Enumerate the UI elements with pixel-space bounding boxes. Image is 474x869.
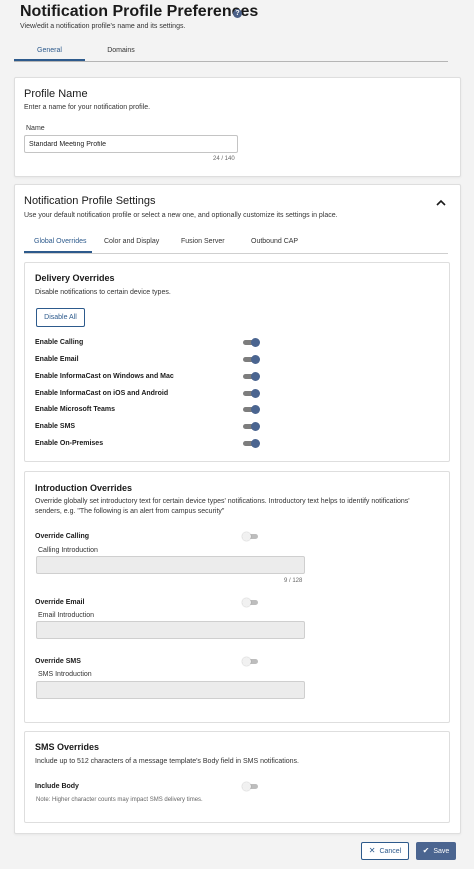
tab-divider (14, 61, 448, 62)
toggle-enable-on-premises[interactable] (243, 439, 260, 448)
email-introduction-label: Email Introduction (38, 612, 95, 619)
toggle-override-calling[interactable] (242, 532, 259, 541)
tab-fusion-server[interactable]: Fusion Server (181, 238, 225, 245)
name-field-label: Name (26, 125, 45, 132)
toggle-override-email[interactable] (242, 598, 259, 607)
calling-introduction-label: Calling Introduction (38, 547, 98, 554)
sms-introduction-input[interactable] (36, 681, 305, 699)
tab-color-and-display[interactable]: Color and Display (104, 238, 159, 245)
delivery-description: Disable notifications to certain device … (35, 289, 171, 296)
calling-introduction-input[interactable] (36, 556, 305, 574)
toggle-enable-informacast-mobile[interactable] (243, 389, 260, 398)
toggle-enable-calling[interactable] (243, 338, 260, 347)
cancel-button[interactable]: ✕ Cancel (361, 842, 409, 860)
introduction-description-line1: Override globally set introductory text … (35, 498, 410, 505)
tab-general[interactable]: General (14, 42, 85, 60)
settings-description: Use your default notification profile or… (24, 212, 338, 219)
save-button[interactable]: ✔ Save (416, 842, 456, 860)
sms-overrides-heading: SMS Overrides (35, 742, 100, 752)
disable-all-button[interactable]: Disable All (36, 308, 85, 327)
tab-global-overrides[interactable]: Global Overrides (34, 238, 87, 245)
toggle-enable-teams[interactable] (243, 405, 260, 414)
override-email-label: Override Email (35, 599, 85, 606)
inner-tab-divider (24, 253, 448, 254)
toggle-label-email: Enable Email (35, 356, 79, 363)
profile-name-heading: Profile Name (24, 88, 88, 100)
settings-heading: Notification Profile Settings (24, 195, 156, 207)
introduction-heading: Introduction Overrides (35, 483, 133, 493)
include-body-label: Include Body (35, 783, 79, 790)
close-icon: ✕ (368, 846, 376, 855)
toggle-label-informacast-desktop: Enable InformaCast on Windows and Mac (35, 373, 174, 380)
email-introduction-input[interactable] (36, 621, 305, 639)
toggle-label-teams: Enable Microsoft Teams (35, 406, 116, 413)
calling-char-count: 9 / 128 (284, 578, 303, 584)
checkmark-icon: ✔ (422, 846, 430, 855)
sms-overrides-description: Include up to 512 characters of a messag… (35, 758, 299, 765)
toggle-label-on-premises: Enable On-Premises (35, 440, 104, 447)
toggle-override-sms[interactable] (242, 657, 259, 666)
delivery-heading: Delivery Overrides (35, 273, 115, 283)
introduction-description-line2: senders, e.g. "The following is an alert… (35, 508, 225, 515)
name-char-count: 24 / 140 (213, 156, 235, 162)
cancel-button-label: Cancel (379, 848, 402, 855)
save-button-label: Save (433, 848, 450, 855)
toggle-label-calling: Enable Calling (35, 339, 84, 346)
help-icon[interactable]: ? (233, 9, 242, 18)
toggle-enable-informacast-desktop[interactable] (243, 372, 260, 381)
page-title: Notification Profile Preferences (20, 3, 259, 20)
tab-outbound-cap[interactable]: Outbound CAP (251, 238, 298, 245)
profile-name-description: Enter a name for your notification profi… (24, 104, 151, 111)
toggle-label-sms: Enable SMS (35, 423, 76, 430)
sms-introduction-label: SMS Introduction (38, 671, 92, 678)
toggle-enable-sms[interactable] (243, 422, 260, 431)
toggle-label-informacast-mobile: Enable InformaCast on iOS and Android (35, 390, 169, 397)
toggle-include-body[interactable] (242, 782, 259, 791)
chevron-up-icon[interactable] (436, 199, 446, 207)
tab-domains[interactable]: Domains (85, 42, 157, 60)
toggle-enable-email[interactable] (243, 355, 260, 364)
override-calling-label: Override Calling (35, 533, 90, 540)
profile-name-input[interactable] (24, 135, 238, 153)
page-subtitle: View/edit a notification profile's name … (20, 23, 186, 30)
override-sms-label: Override SMS (35, 658, 81, 665)
sms-note: Note: Higher character counts may impact… (36, 797, 203, 803)
